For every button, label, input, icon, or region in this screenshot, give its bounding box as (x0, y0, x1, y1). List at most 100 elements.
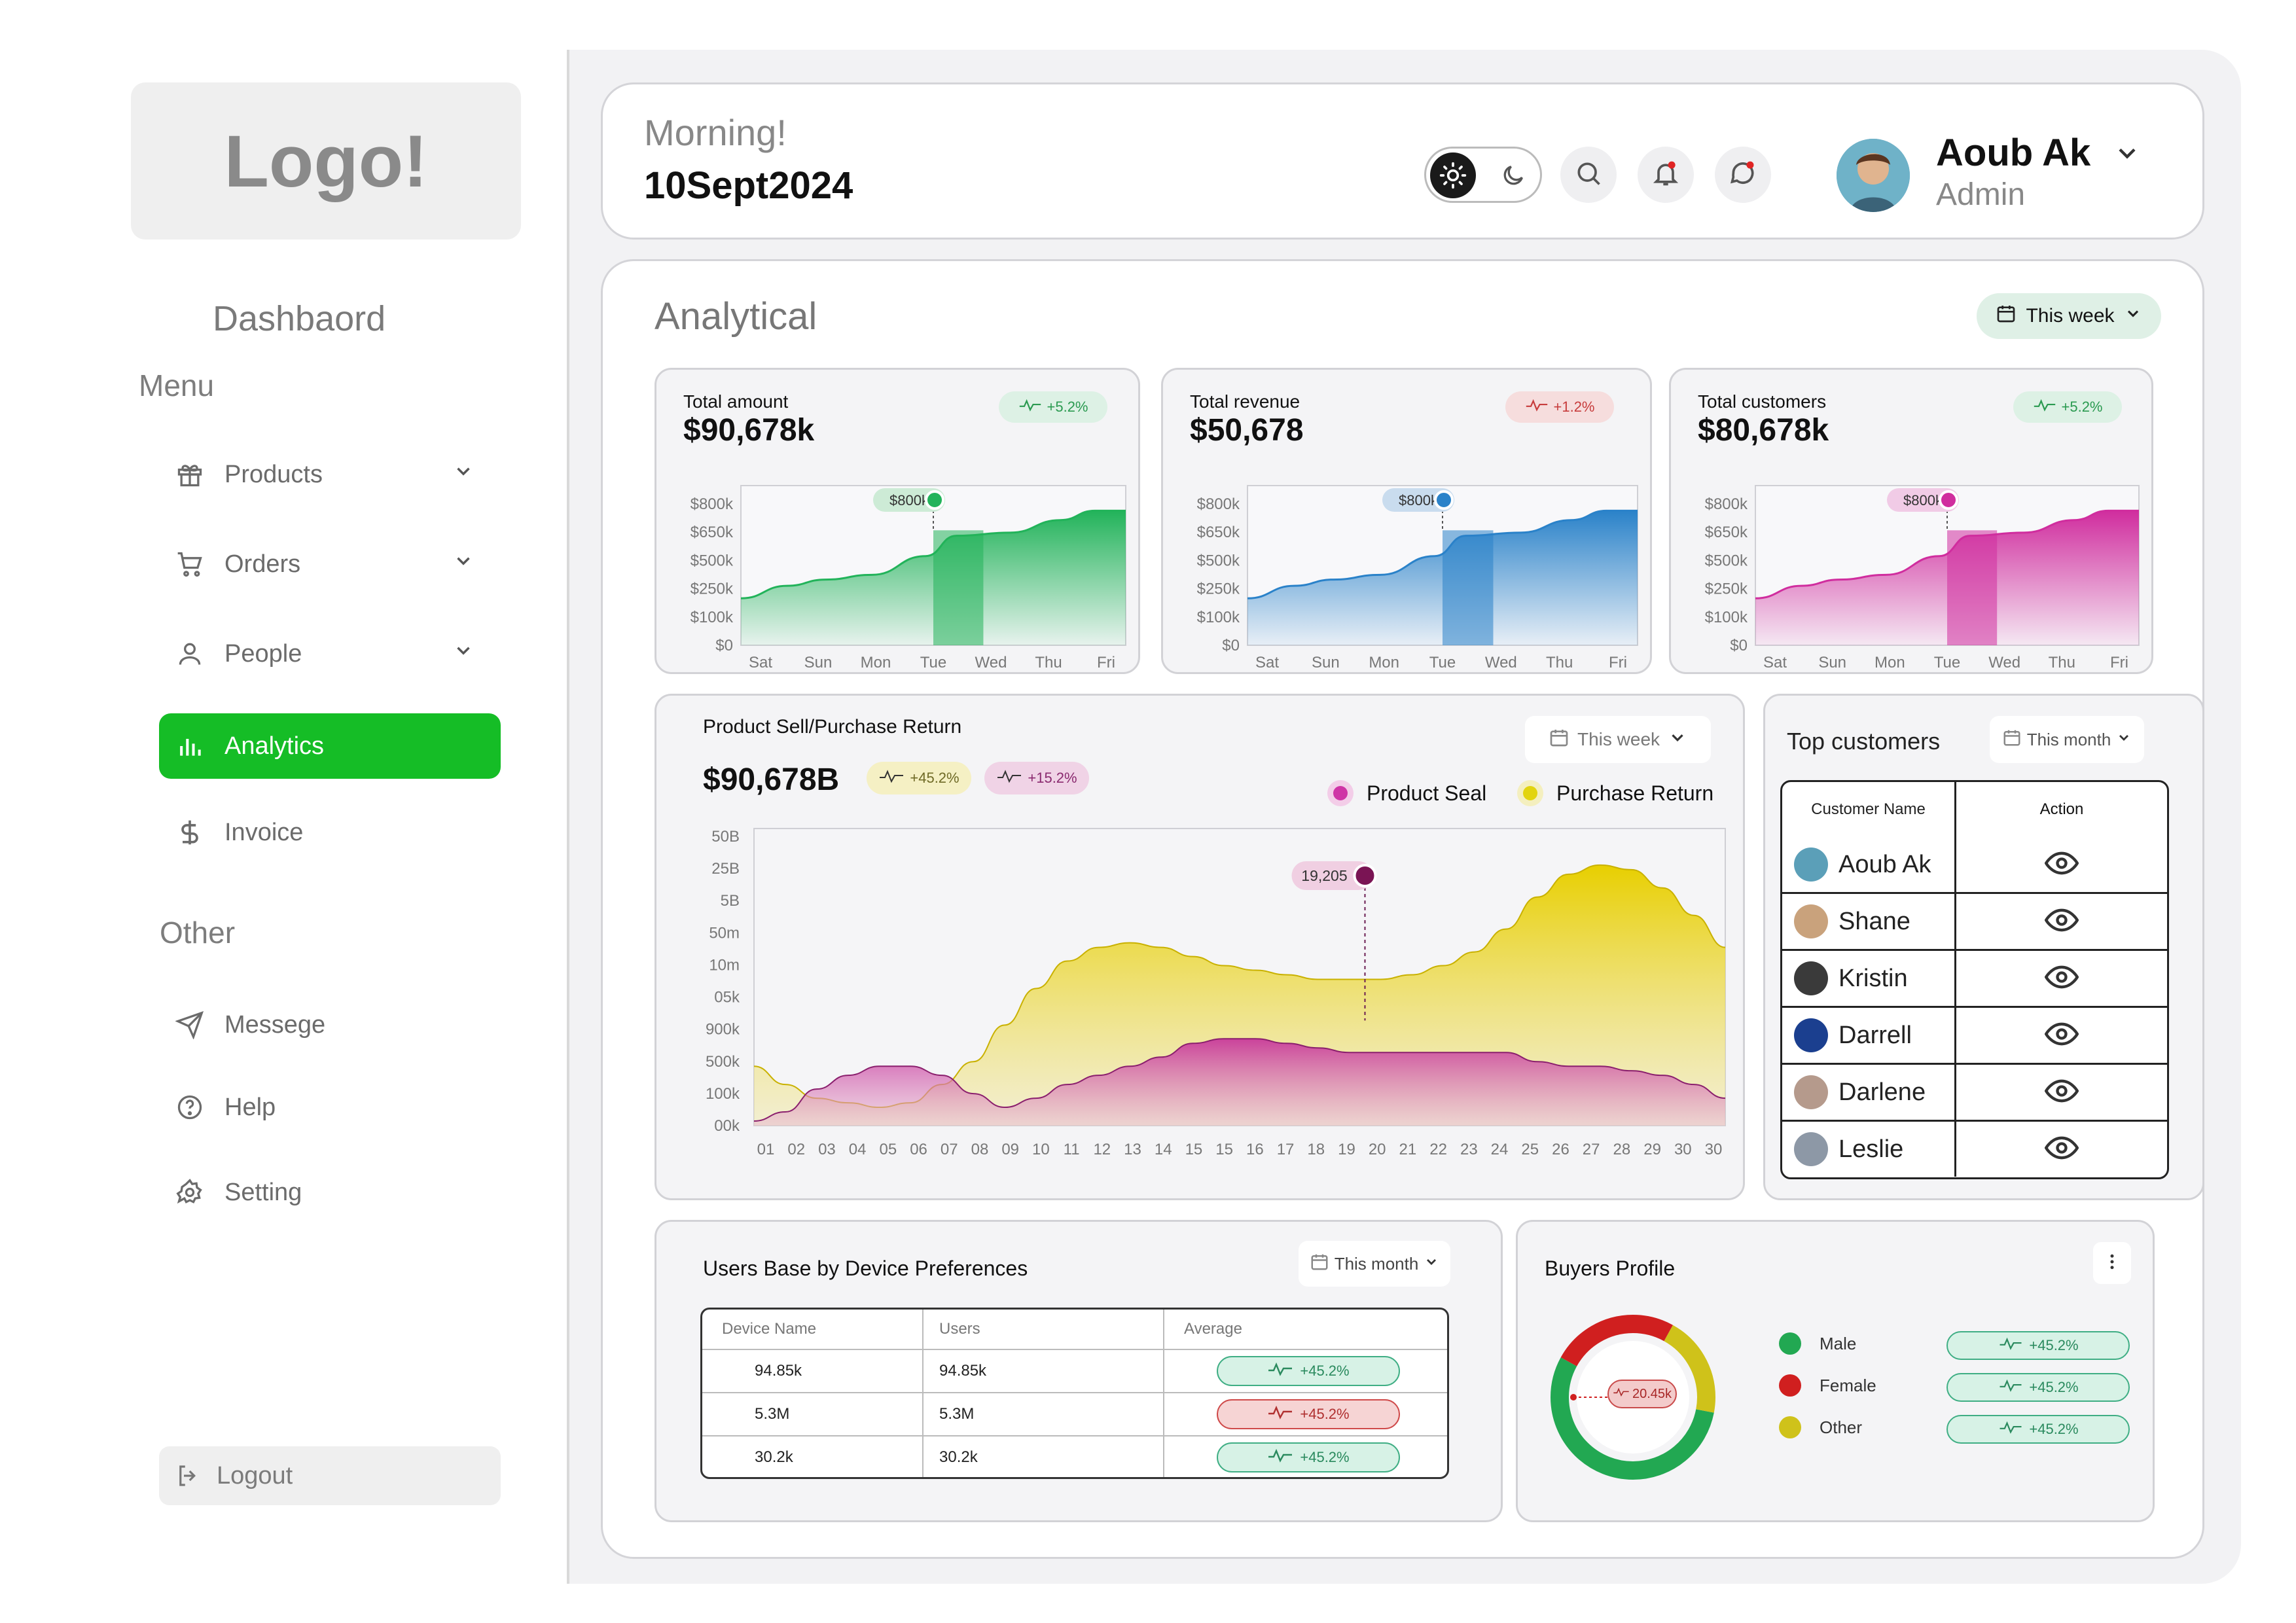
legend-product-seal: Product Seal (1327, 780, 1486, 806)
y-tick-label: $800k (1705, 495, 1748, 513)
x-tick-label: 07 (941, 1141, 958, 1158)
sidebar-item-help[interactable]: Help (159, 1075, 501, 1140)
notifications-button[interactable] (1638, 147, 1694, 203)
sidebar-item-label: Orders (224, 550, 301, 578)
theme-toggle[interactable] (1424, 147, 1542, 203)
device-period-select[interactable]: This month (1299, 1241, 1450, 1287)
x-tick-label: Fri (2110, 654, 2128, 669)
average-cell: +45.2% (1164, 1393, 1447, 1435)
search-button[interactable] (1560, 147, 1617, 203)
eye-icon (2044, 1078, 2079, 1107)
calendar-icon (1549, 727, 1570, 753)
users-cell: 5.3M (924, 1393, 1164, 1435)
user-name: Aoub Ak (1936, 132, 2091, 174)
sidebar-item-invoice[interactable]: Invoice (159, 800, 501, 865)
table-row: Shane (1782, 892, 2167, 949)
average-value: +45.2% (1300, 1406, 1350, 1422)
customers-period-select[interactable]: This month (1990, 716, 2144, 763)
legend-return-label: Purchase Return (1556, 781, 1714, 805)
legend-change-value: +45.2% (2029, 1337, 2079, 1353)
x-tick-label: 24 (1491, 1141, 1509, 1158)
sell-period-select[interactable]: This week (1525, 716, 1711, 763)
x-tick-label: 30 (1705, 1141, 1723, 1158)
legend-seal-label: Product Seal (1367, 781, 1487, 805)
table-row: 30.2k 30.2k +45.2% (702, 1435, 1447, 1477)
x-tick-label: Fri (1609, 654, 1627, 669)
x-tick-label: 16 (1246, 1141, 1264, 1158)
chevron-down-icon (1424, 1254, 1439, 1274)
view-button[interactable] (1956, 1065, 2167, 1120)
x-tick-label: 02 (787, 1141, 805, 1158)
stat-label: Total customers (1698, 391, 1827, 412)
more-options-button[interactable] (2093, 1242, 2131, 1284)
legend-seal-dot (1327, 780, 1354, 806)
chevron-down-icon[interactable] (452, 639, 475, 668)
sell-return-chart: 50B 25B 5B 50m 10m 05k 900k 500k 100k 00k 01 02 03 04… (706, 828, 1726, 1158)
x-tick-label: 08 (971, 1141, 989, 1158)
view-button[interactable] (1956, 1122, 2167, 1177)
sidebar-item-products[interactable]: Products (159, 442, 501, 507)
col-device-name: Device Name (702, 1310, 924, 1349)
y-tick-label: $100k (1197, 609, 1240, 626)
chevron-down-icon (1668, 728, 1687, 752)
stat-value: $80,678k (1698, 413, 1829, 448)
customers-period-label: This month (2026, 729, 2111, 749)
sidebar-item-analytics[interactable]: Analytics (159, 713, 501, 779)
y-tick-label: $800k (1197, 495, 1240, 513)
avatar (1794, 847, 1828, 882)
view-button[interactable] (1956, 1008, 2167, 1063)
view-button[interactable] (1956, 837, 2167, 892)
top-customers-title: Top customers (1787, 728, 1941, 755)
chevron-down-icon (2116, 730, 2132, 750)
x-tick-label: 09 (1001, 1141, 1019, 1158)
logo-text: Logo! (224, 120, 428, 202)
avatar[interactable] (1837, 139, 1910, 212)
logout-button[interactable]: Logout (159, 1446, 501, 1505)
sidebar-item-label: Setting (224, 1178, 302, 1206)
sidebar-item-label: People (224, 639, 302, 668)
customer-name: Aoub Ak (1839, 850, 1931, 878)
y-tick-label: $650k (1197, 524, 1240, 541)
marker-label: $800k (1399, 492, 1439, 508)
view-button[interactable] (1956, 951, 2167, 1006)
logo[interactable]: Logo! (131, 82, 521, 240)
x-tick-label: 28 (1613, 1141, 1631, 1158)
x-tick-label: Thu (1546, 654, 1573, 669)
analytical-title: Analytical (655, 295, 817, 338)
pulse-icon (1998, 1378, 2024, 1397)
x-tick-label: 21 (1399, 1141, 1417, 1158)
period-label: This week (2026, 305, 2115, 327)
messages-button[interactable] (1715, 147, 1771, 203)
x-tick-label: 23 (1460, 1141, 1478, 1158)
y-tick-label: 50B (711, 828, 740, 846)
sidebar-item-message[interactable]: Messege (159, 992, 501, 1058)
sun-icon[interactable] (1430, 152, 1476, 198)
sidebar-item-people[interactable]: People (159, 621, 501, 687)
send-icon (173, 1008, 206, 1041)
col-users: Users (924, 1310, 1164, 1349)
chevron-down-icon[interactable] (452, 550, 475, 579)
x-tick-label: Tue (1934, 654, 1960, 669)
stat-change-tag: +1.2% (1505, 391, 1614, 423)
period-select[interactable]: This week (1977, 293, 2161, 339)
col-action: Action (2039, 800, 2084, 818)
x-tick-label: 20 (1369, 1141, 1386, 1158)
sidebar-item-label: Invoice (224, 818, 304, 846)
table-row: Kristin (1782, 949, 2167, 1006)
pulse-icon (1018, 398, 1042, 416)
x-tick-label: Thu (1035, 654, 1062, 669)
sidebar-item-orders[interactable]: Orders (159, 531, 501, 597)
eye-icon (2044, 1021, 2079, 1050)
sidebar-item-setting[interactable]: Setting (159, 1160, 501, 1225)
moon-icon[interactable] (1496, 158, 1531, 193)
x-tick-label: 11 (1064, 1141, 1080, 1158)
customer-name: Darlene (1839, 1078, 1926, 1106)
x-tick-label: 15 (1215, 1141, 1233, 1158)
chevron-down-icon[interactable] (452, 460, 475, 489)
users-cell: 94.85k (924, 1350, 1164, 1392)
x-tick-label: 26 (1552, 1141, 1570, 1158)
chevron-down-icon[interactable] (2113, 139, 2142, 171)
customers-header-row: Customer Name Action (1782, 782, 2167, 837)
col-customer-name: Customer Name (1782, 782, 1956, 837)
view-button[interactable] (1956, 894, 2167, 949)
